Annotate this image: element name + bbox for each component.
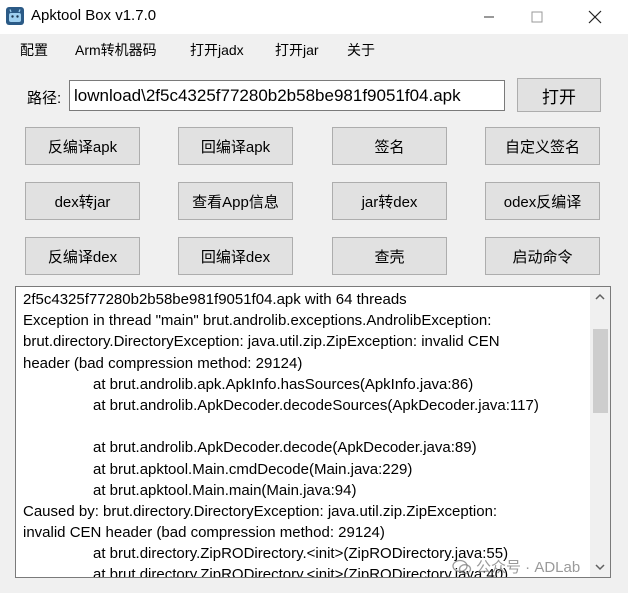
log-line: 2f5c4325f77280b2b58be981f9051f04.apk wit… xyxy=(23,291,407,308)
menu-bar: 配置 Arm转机器码 打开jadx 打开jar 关于 xyxy=(0,34,628,64)
menu-about[interactable]: 关于 xyxy=(347,40,375,60)
scrollbar-thumb[interactable] xyxy=(593,329,608,413)
decompile-dex-button[interactable]: 反编译dex xyxy=(25,237,140,275)
recompile-apk-button[interactable]: 回编译apk xyxy=(178,127,293,165)
check-packer-button[interactable]: 查壳 xyxy=(332,237,447,275)
log-line: at brut.apktool.Main.cmdDecode(Main.java… xyxy=(93,460,413,478)
log-line: at brut.androlib.apk.ApkInfo.hasSources(… xyxy=(93,375,474,393)
menu-config[interactable]: 配置 xyxy=(20,40,48,60)
scroll-down-icon xyxy=(595,564,605,571)
watermark: 公众号 · ADLab xyxy=(452,556,580,577)
scroll-up-icon xyxy=(595,293,605,300)
maximize-button[interactable] xyxy=(514,0,560,34)
log-line: Exception in thread "main" brut.androlib… xyxy=(23,312,492,330)
watermark-text: 公众号 · ADLab xyxy=(476,559,581,576)
decompile-apk-button[interactable]: 反编译apk xyxy=(25,127,140,165)
title-bar: Apktool Box v1.7.0 xyxy=(0,0,628,34)
view-app-info-button[interactable]: 查看App信息 xyxy=(178,182,293,220)
jar-to-dex-button[interactable]: jar转dex xyxy=(332,182,447,220)
menu-open-jadx[interactable]: 打开jadx xyxy=(190,40,244,60)
android-robot-icon xyxy=(6,7,24,25)
odex-decompile-button[interactable]: odex反编译 xyxy=(485,182,600,220)
menu-arm-to-machine-code[interactable]: Arm转机器码 xyxy=(75,40,157,60)
wechat-icon xyxy=(452,559,472,574)
close-icon xyxy=(588,10,602,24)
custom-sign-button[interactable]: 自定义签名 xyxy=(485,127,600,165)
output-text: 2f5c4325f77280b2b58be981f9051f04.apk wit… xyxy=(23,289,593,577)
log-line: at brut.androlib.ApkDecoder.decode(ApkDe… xyxy=(93,439,477,457)
log-line: header (bad compression method: 29124) xyxy=(23,354,303,372)
menu-open-jar[interactable]: 打开jar xyxy=(275,40,319,60)
launch-command-button[interactable]: 启动命令 xyxy=(485,237,600,275)
sign-button[interactable]: 签名 xyxy=(332,127,447,165)
vertical-scrollbar[interactable] xyxy=(590,287,610,577)
path-label: 路径: xyxy=(27,90,62,107)
log-line: brut.directory.DirectoryException: java.… xyxy=(23,333,500,351)
output-log[interactable]: 2f5c4325f77280b2b58be981f9051f04.apk wit… xyxy=(15,286,611,578)
open-button[interactable]: 打开 xyxy=(517,78,601,112)
log-line: at brut.androlib.ApkDecoder.decodeSource… xyxy=(93,396,539,414)
recompile-dex-button[interactable]: 回编译dex xyxy=(178,237,293,275)
path-input[interactable]: lownload\2f5c4325f77280b2b58be981f9051f0… xyxy=(69,80,505,111)
minimize-button[interactable] xyxy=(466,0,512,34)
close-button[interactable] xyxy=(572,0,618,34)
dex-to-jar-button[interactable]: dex转jar xyxy=(25,182,140,220)
log-line: invalid CEN header (bad compression meth… xyxy=(23,524,385,542)
log-line: Caused by: brut.directory.DirectoryExcep… xyxy=(23,502,498,520)
scroll-down-button[interactable] xyxy=(590,557,610,577)
maximize-icon xyxy=(531,11,543,23)
window-title: Apktool Box v1.7.0 xyxy=(31,7,157,24)
log-line: at brut.apktool.Main.main(Main.java:94) xyxy=(93,481,357,499)
minimize-icon xyxy=(484,16,494,18)
scroll-up-button[interactable] xyxy=(590,287,610,307)
